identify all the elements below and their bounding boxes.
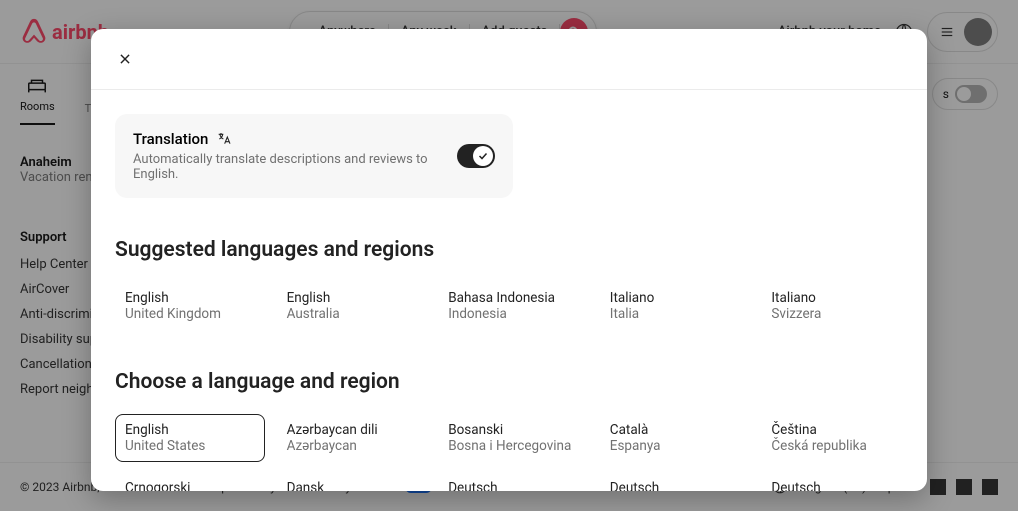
language-name: Čeština (771, 422, 901, 438)
language-option[interactable]: EnglishAustralia (277, 282, 427, 330)
language-option[interactable]: ItalianoSvizzera (761, 282, 911, 330)
translation-title: Translation (133, 130, 208, 148)
language-region: Bosna i Hercegovina (448, 438, 578, 454)
language-region: Svizzera (771, 306, 901, 322)
language-name: Deutsch (771, 480, 901, 491)
language-name: Dansk (287, 480, 417, 491)
language-name: English (125, 422, 255, 438)
all-languages-grid: EnglishUnited StatesAzərbaycan diliAzərb… (115, 414, 911, 491)
suggested-heading: Suggested languages and regions (115, 238, 911, 262)
language-option[interactable]: DeutschSchweiz (761, 472, 911, 491)
language-name: Deutsch (610, 480, 740, 491)
language-region: Espanya (610, 438, 740, 454)
language-option[interactable]: Azərbaycan diliAzərbaycan (277, 414, 427, 462)
language-option[interactable]: CrnogorskiCrna Gora (115, 472, 265, 491)
language-name: Italiano (771, 290, 901, 306)
language-name: Bosanski (448, 422, 578, 438)
translate-icon (216, 131, 232, 147)
language-option[interactable]: EnglishUnited Kingdom (115, 282, 265, 330)
language-region: Azərbaycan (287, 438, 417, 454)
check-icon (477, 150, 489, 162)
language-name: Crnogorski (125, 480, 255, 491)
choose-heading: Choose a language and region (115, 370, 911, 394)
language-option[interactable]: CatalàEspanya (600, 414, 750, 462)
suggested-languages-grid: EnglishUnited KingdomEnglishAustraliaBah… (115, 282, 911, 330)
close-icon (118, 52, 132, 66)
language-option[interactable]: DanskDanmark (277, 472, 427, 491)
language-region: Indonesia (448, 306, 578, 322)
close-button[interactable] (111, 45, 139, 73)
language-name: Català (610, 422, 740, 438)
language-region: Česká republika (771, 438, 901, 454)
language-region: United Kingdom (125, 306, 255, 322)
language-option[interactable]: ItalianoItalia (600, 282, 750, 330)
language-option[interactable]: Bahasa IndonesiaIndonesia (438, 282, 588, 330)
language-region: Australia (287, 306, 417, 322)
language-option[interactable]: ČeštinaČeská republika (761, 414, 911, 462)
translation-card: Translation Automatically translate desc… (115, 114, 513, 198)
translation-toggle[interactable] (457, 144, 495, 168)
language-option[interactable]: EnglishUnited States (115, 414, 265, 462)
language-region: Italia (610, 306, 740, 322)
language-option[interactable]: DeutschDeutschland (438, 472, 588, 491)
language-modal: Translation Automatically translate desc… (91, 29, 927, 491)
language-name: Deutsch (448, 480, 578, 491)
language-region: United States (125, 438, 255, 454)
language-name: Azərbaycan dili (287, 422, 417, 438)
language-name: Italiano (610, 290, 740, 306)
language-option[interactable]: BosanskiBosna i Hercegovina (438, 414, 588, 462)
language-option[interactable]: DeutschÖsterreich (600, 472, 750, 491)
language-name: English (287, 290, 417, 306)
language-name: English (125, 290, 255, 306)
language-name: Bahasa Indonesia (448, 290, 578, 306)
translation-desc: Automatically translate descriptions and… (133, 152, 457, 182)
